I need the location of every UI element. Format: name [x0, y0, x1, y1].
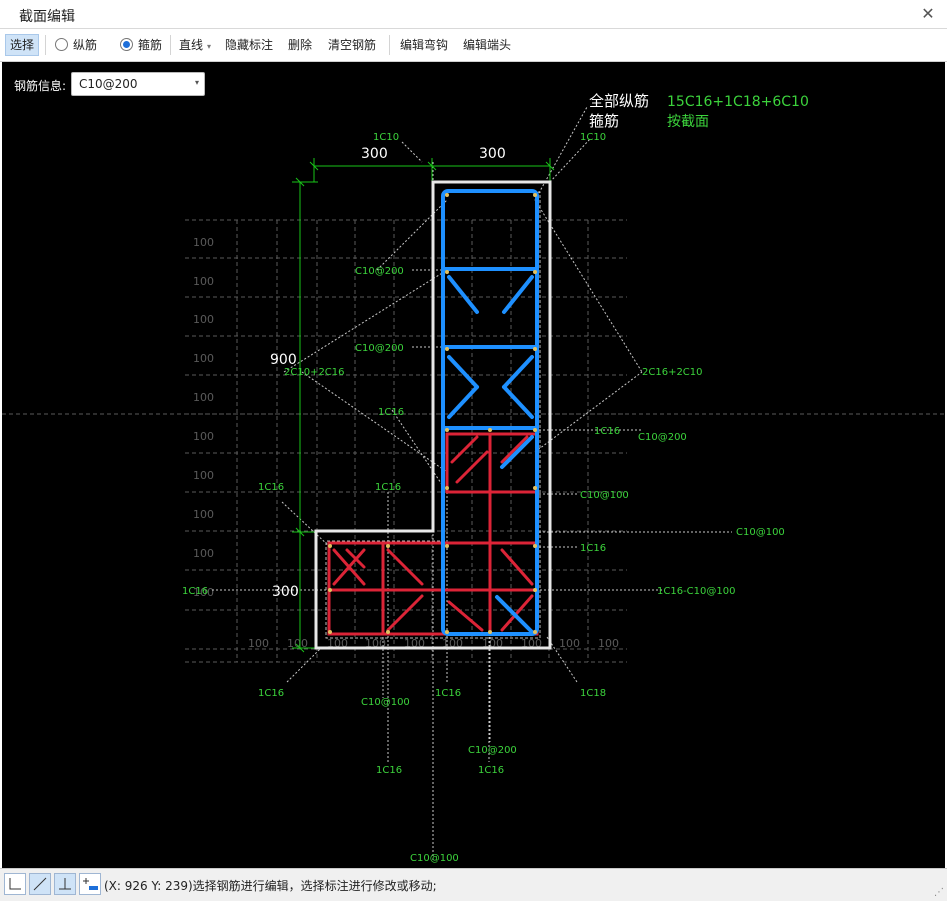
section-drawing: 100 100 100 100 100 100 100 100 100 100 … [2, 92, 945, 864]
status-bar: (X: 926 Y: 239)选择钢筋进行编辑，选择标注进行修改或移动; ⋰ [0, 868, 947, 901]
annotation-label[interactable]: 1C16 [258, 688, 284, 699]
grid-label: 100 [598, 637, 619, 650]
annotation-label[interactable]: 2C10+2C16 [284, 367, 345, 378]
annotation-label[interactable]: C10@100 [410, 853, 459, 864]
line-label: 直线 [179, 38, 204, 52]
toolbar-separator [170, 35, 171, 55]
hide-dim-button[interactable]: 隐藏标注 [225, 35, 273, 55]
grid-label: 100 [193, 508, 214, 521]
radio-on-icon [120, 38, 133, 51]
annotation-label[interactable]: 1C16 [478, 765, 504, 776]
caret-down-icon: ▾ [194, 78, 199, 87]
rebar-info-label: 钢筋信息: [14, 79, 67, 93]
corner-icon [9, 878, 21, 890]
toolbar: 选择 纵筋 箍筋 直线 ▾ 隐藏标注 删除 清空钢筋 编辑弯钩 编辑端头 [0, 29, 947, 62]
stirrup-summary-value[interactable]: 按截面 [667, 114, 709, 130]
annotation-label[interactable]: 1C16 [580, 543, 606, 554]
annotation-label[interactable]: 1C16-C10@100 [657, 586, 735, 597]
caret-down-icon: ▾ [207, 42, 212, 51]
snap-corner-button[interactable] [4, 873, 26, 895]
dim-top-right[interactable]: 300 [479, 146, 506, 162]
toolbar-separator [389, 35, 390, 55]
longitudinal-radio[interactable]: 纵筋 [55, 35, 97, 55]
annotation-label[interactable]: C10@100 [580, 490, 629, 501]
annotation-label[interactable]: 1C16 [258, 482, 284, 493]
annotation-label[interactable]: C10@200 [468, 745, 517, 756]
dim-top-left[interactable]: 300 [361, 146, 388, 162]
grid-label: 100 [559, 637, 580, 650]
stirrup-radio[interactable]: 箍筋 [120, 35, 162, 55]
status-text: (X: 926 Y: 239)选择钢筋进行编辑，选择标注进行修改或移动; [104, 879, 437, 893]
dim-left-bottom[interactable]: 300 [272, 584, 299, 600]
all-long-value[interactable]: 15C16+1C18+6C10 [667, 94, 809, 110]
grid-label: 100 [248, 637, 269, 650]
perpendicular-icon [59, 878, 71, 890]
resize-grip-icon[interactable]: ⋰ [934, 887, 944, 898]
all-long-label: 全部纵筋 [589, 92, 649, 110]
edit-hook-button[interactable]: 编辑弯钩 [400, 35, 448, 55]
drawing-canvas[interactable]: 100 100 100 100 100 100 100 100 100 100 … [2, 62, 945, 868]
edit-end-button[interactable]: 编辑端头 [463, 35, 511, 55]
annotation-label[interactable]: 2C16+2C10 [642, 367, 703, 378]
annotation-label[interactable]: 1C16 [435, 688, 461, 699]
annotation-label[interactable]: 1C18 [580, 688, 606, 699]
grid-label: 100 [193, 352, 214, 365]
grid-label: 100 [193, 391, 214, 404]
stirrup-summary-label: 箍筋 [589, 112, 619, 130]
delete-button[interactable]: 删除 [288, 35, 312, 55]
grid-label: 100 [193, 313, 214, 326]
rebar-info-value: C10@200 [79, 77, 138, 91]
close-icon[interactable]: ✕ [917, 3, 939, 25]
diagonal-line-icon [33, 877, 47, 891]
add-point-button[interactable] [79, 873, 101, 895]
annotation-label[interactable]: 1C16 [182, 586, 208, 597]
add-point-icon [83, 878, 98, 890]
annotation-label[interactable]: 1C10 [373, 132, 399, 143]
grid-label: 100 [193, 236, 214, 249]
annotation-label[interactable]: C10@200 [638, 432, 687, 443]
radio-off-icon [55, 38, 68, 51]
dimension-lines [292, 158, 555, 653]
grid-label: 100 [193, 547, 214, 560]
annotation-label[interactable]: 1C16 [375, 482, 401, 493]
grid-label: 100 [193, 275, 214, 288]
annotation-label[interactable]: 1C16 [594, 426, 620, 437]
clear-rebar-button[interactable]: 清空钢筋 [328, 35, 376, 55]
annotation-label[interactable]: 1C10 [580, 132, 606, 143]
annotation-label[interactable]: 1C16 [376, 765, 402, 776]
rebar-annotations: 1C10 1C10 C10@200 C10@200 C10@200 C10@20… [182, 132, 785, 864]
toolbar-separator [45, 35, 46, 55]
annotation-label[interactable]: C10@200 [355, 343, 404, 354]
annotation-label[interactable]: C10@100 [736, 527, 785, 538]
longitudinal-label: 纵筋 [73, 38, 98, 52]
stirrup-label: 箍筋 [138, 38, 163, 52]
title-bar: 截面编辑 ✕ [0, 0, 947, 29]
annotation-label[interactable]: C10@200 [355, 266, 404, 277]
grid-label: 100 [193, 469, 214, 482]
snap-line-button[interactable] [29, 873, 51, 895]
line-dropdown[interactable]: 直线 ▾ [179, 35, 211, 55]
snap-perpendicular-button[interactable] [54, 873, 76, 895]
annotation-label[interactable]: C10@100 [361, 697, 410, 708]
dim-left-vertical[interactable]: 900 [270, 352, 297, 368]
rebar-info-select[interactable]: C10@200 ▾ [71, 72, 205, 96]
grid-label: 100 [193, 430, 214, 443]
grid-labels: 100 100 100 100 100 100 100 100 100 100 … [193, 236, 619, 650]
select-button[interactable]: 选择 [5, 34, 40, 56]
window-title: 截面编辑 [19, 9, 75, 25]
annotation-label[interactable]: 1C16 [378, 407, 404, 418]
